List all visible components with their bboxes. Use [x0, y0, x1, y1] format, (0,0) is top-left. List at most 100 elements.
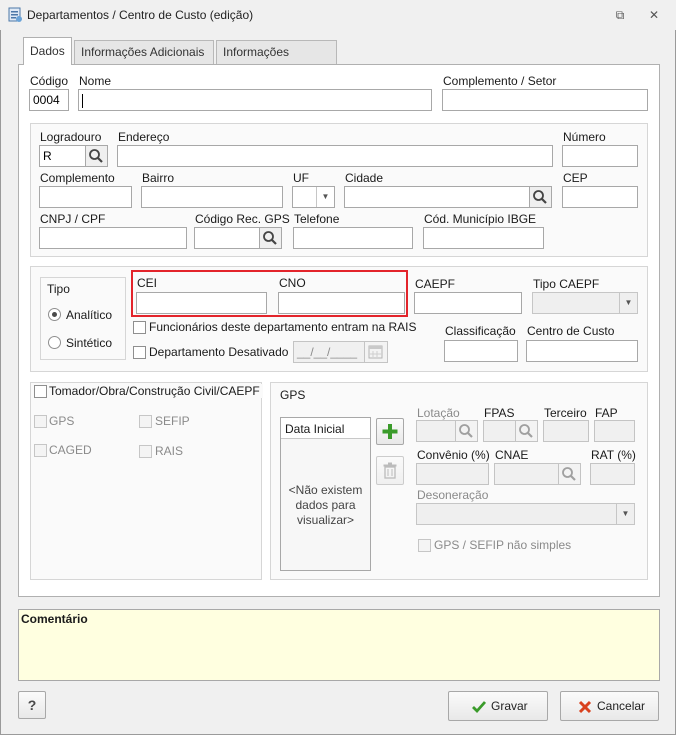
caepf-field[interactable] — [414, 292, 522, 314]
plus-icon — [382, 424, 398, 439]
search-icon — [519, 424, 533, 438]
lotacao-field[interactable] — [416, 420, 456, 442]
gravar-button[interactable]: Gravar — [448, 691, 548, 721]
nome-label: Nome — [79, 74, 112, 88]
cnae-field[interactable] — [494, 463, 559, 485]
radio-selected-dot — [52, 312, 57, 317]
cep-label: CEP — [563, 171, 588, 185]
cidade-field[interactable] — [344, 186, 530, 208]
complemento-setor-label: Complemento / Setor — [443, 74, 557, 88]
bairro-field[interactable] — [141, 186, 283, 208]
tomador-checkbox[interactable] — [34, 385, 47, 398]
analitico-label: Analítico — [66, 308, 113, 322]
tomador-group — [30, 382, 262, 580]
complemento-field[interactable] — [39, 186, 132, 208]
cno-label: CNO — [279, 276, 306, 290]
calendar-button[interactable] — [365, 341, 388, 363]
search-icon — [263, 231, 277, 245]
funcionarios-rais-checkbox[interactable] — [133, 321, 146, 334]
complemento-setor-field[interactable] — [442, 89, 648, 111]
cidade-label: Cidade — [345, 171, 384, 185]
numero-label: Número — [563, 130, 606, 144]
fap-field[interactable] — [594, 420, 635, 442]
data-inicial-header[interactable]: Data Inicial — [281, 418, 370, 439]
app-icon — [7, 7, 23, 23]
departamento-desativado-checkbox[interactable] — [133, 346, 146, 359]
convenio-field[interactable] — [416, 463, 489, 485]
terceiro-field[interactable] — [543, 420, 589, 442]
tipo-caepf-label: Tipo CAEPF — [533, 277, 600, 291]
telefone-field[interactable] — [293, 227, 413, 249]
rat-field[interactable] — [590, 463, 635, 485]
convenio-label: Convênio (%) — [417, 448, 490, 462]
trash-icon — [383, 462, 397, 479]
sintetico-label: Sintético — [66, 336, 113, 350]
codigo-rec-gps-search-button[interactable] — [260, 227, 282, 249]
caepf-label: CAEPF — [415, 277, 456, 291]
sefip-checkbox[interactable] — [139, 415, 152, 428]
tipo-label: Tipo — [47, 282, 70, 296]
desativado-date-field[interactable]: __/__/____ — [293, 341, 365, 363]
codigo-field[interactable]: 0004 — [29, 89, 69, 111]
telefone-label: Telefone — [294, 212, 340, 226]
logradouro-label: Logradouro — [40, 130, 102, 144]
tab-informacoes-adicionais[interactable]: Informações Adicionais — [74, 40, 214, 64]
desoneracao-label: Desoneração — [417, 488, 489, 502]
help-icon: ? — [27, 697, 37, 713]
numero-field[interactable] — [562, 145, 638, 167]
codigo-rec-gps-label: Código Rec. GPS — [195, 212, 290, 226]
classificacao-label: Classificação — [445, 324, 516, 338]
fpas-search-button[interactable] — [516, 420, 538, 442]
close-button[interactable]: ✕ — [645, 6, 663, 24]
comment-textarea[interactable] — [18, 609, 660, 681]
radio-sintetico[interactable] — [48, 336, 61, 349]
uf-dropdown[interactable]: ▼ — [292, 186, 335, 208]
classificacao-field[interactable] — [444, 340, 518, 362]
add-button[interactable] — [376, 418, 404, 445]
gps-checkbox[interactable] — [34, 415, 47, 428]
caged-checkbox[interactable] — [34, 444, 47, 457]
logradouro-search-button[interactable] — [86, 145, 108, 167]
search-icon — [459, 424, 473, 438]
rais-checkbox[interactable] — [139, 445, 152, 458]
delete-button[interactable] — [376, 456, 404, 485]
radio-analitico[interactable] — [48, 308, 61, 321]
cei-field[interactable] — [136, 292, 267, 314]
caged-check-label: CAGED — [49, 443, 92, 457]
cancelar-button[interactable]: Cancelar — [560, 691, 659, 721]
help-button[interactable]: ? — [18, 691, 46, 719]
restore-button[interactable]: ⧉ — [611, 6, 629, 24]
cod-municipio-label: Cód. Município IBGE — [424, 212, 537, 226]
codigo-label: Código — [30, 74, 69, 88]
lotacao-search-button[interactable] — [456, 420, 478, 442]
cnpj-label: CNPJ / CPF — [40, 212, 106, 226]
search-icon — [533, 190, 547, 204]
cancel-x-icon — [578, 700, 592, 714]
nome-field[interactable] — [78, 89, 432, 111]
gps-sefip-checkbox[interactable] — [418, 539, 431, 552]
cnae-search-button[interactable] — [559, 463, 581, 485]
centro-custo-field[interactable] — [526, 340, 638, 362]
complemento-label: Complemento — [40, 171, 115, 185]
check-icon — [472, 701, 487, 714]
tab-informacoes-esocial[interactable]: Informações eSocial — [216, 40, 337, 81]
tab-dados[interactable]: Dados — [23, 37, 72, 65]
cnae-label: CNAE — [495, 448, 529, 462]
cep-field[interactable] — [562, 186, 638, 208]
codigo-rec-gps-field[interactable] — [194, 227, 260, 249]
cod-municipio-field[interactable] — [423, 227, 544, 249]
fpas-label: FPAS — [484, 406, 515, 420]
fpas-field[interactable] — [483, 420, 516, 442]
rais-check-label: RAIS — [155, 444, 184, 458]
departamento-desativado-label: Departamento Desativado — [149, 345, 289, 359]
cnpj-field[interactable] — [39, 227, 187, 249]
cei-label: CEI — [137, 276, 158, 290]
endereco-field[interactable] — [117, 145, 553, 167]
desoneracao-dropdown[interactable]: ▼ — [416, 503, 635, 525]
tipo-caepf-dropdown[interactable]: ▼ — [532, 292, 638, 314]
comment-label: Comentário — [21, 612, 88, 626]
logradouro-field[interactable]: R — [39, 145, 86, 167]
cno-field[interactable] — [278, 292, 405, 314]
search-icon — [562, 467, 576, 481]
cidade-search-button[interactable] — [530, 186, 552, 208]
